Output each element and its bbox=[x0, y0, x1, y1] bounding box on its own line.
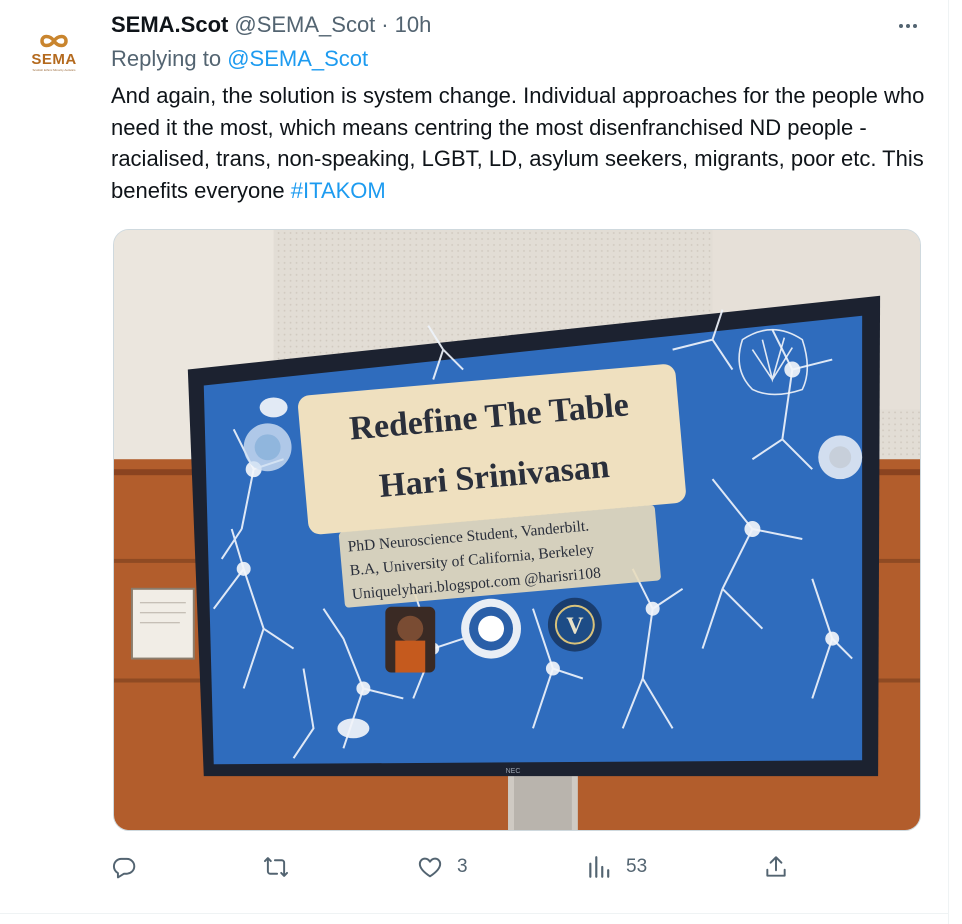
tweet-photo[interactable]: Redefine The Table Hari Srinivasan PhD N… bbox=[113, 229, 921, 831]
reply-icon bbox=[112, 857, 136, 879]
like-icon bbox=[418, 857, 442, 878]
like-button[interactable]: 3 bbox=[417, 848, 468, 886]
avatar-tagline: Scottish Ethnic Minority Autistics bbox=[32, 68, 76, 72]
avatar-brand: SEMA bbox=[31, 51, 77, 68]
author-handle[interactable]: @SEMA_Scot bbox=[234, 12, 375, 38]
tweet-text: And again, the solution is system change… bbox=[111, 80, 926, 206]
separator-dot: · bbox=[381, 12, 389, 37]
replying-to-mention[interactable]: @SEMA_Scot bbox=[227, 46, 368, 71]
more-options-button[interactable] bbox=[896, 14, 920, 38]
views-count: 53 bbox=[626, 856, 648, 877]
reply-button[interactable] bbox=[111, 848, 151, 886]
tv-brand: NEC bbox=[506, 768, 521, 775]
tweet-actions: 3 53 bbox=[111, 848, 801, 886]
views-button[interactable]: 53 bbox=[586, 848, 647, 886]
slide-seal-letter: V bbox=[566, 614, 583, 640]
timeline-border bbox=[948, 0, 949, 924]
presentation-photo: Redefine The Table Hari Srinivasan PhD N… bbox=[114, 230, 920, 830]
tweet-time[interactable]: 10h bbox=[395, 12, 432, 38]
replying-to-line: Replying to @SEMA_Scot bbox=[111, 46, 368, 72]
infinity-logo-icon bbox=[40, 34, 68, 48]
more-dots-icon bbox=[899, 24, 917, 28]
share-icon bbox=[766, 856, 786, 877]
like-count: 3 bbox=[457, 856, 468, 877]
share-button[interactable] bbox=[763, 848, 789, 886]
tweet-header: SEMA.Scot @SEMA_Scot · 10h bbox=[111, 10, 431, 40]
views-icon bbox=[589, 856, 610, 878]
retweet-button[interactable] bbox=[263, 848, 303, 886]
replying-to-label: Replying to bbox=[111, 46, 222, 71]
author-name[interactable]: SEMA.Scot bbox=[111, 12, 228, 38]
tweet-body: And again, the solution is system change… bbox=[111, 83, 925, 203]
avatar[interactable]: SEMA Scottish Ethnic Minority Autistics bbox=[16, 14, 92, 90]
tweet-divider bbox=[0, 913, 948, 914]
retweet-icon bbox=[263, 857, 289, 877]
hashtag-link[interactable]: #ITAKOM bbox=[291, 178, 386, 203]
